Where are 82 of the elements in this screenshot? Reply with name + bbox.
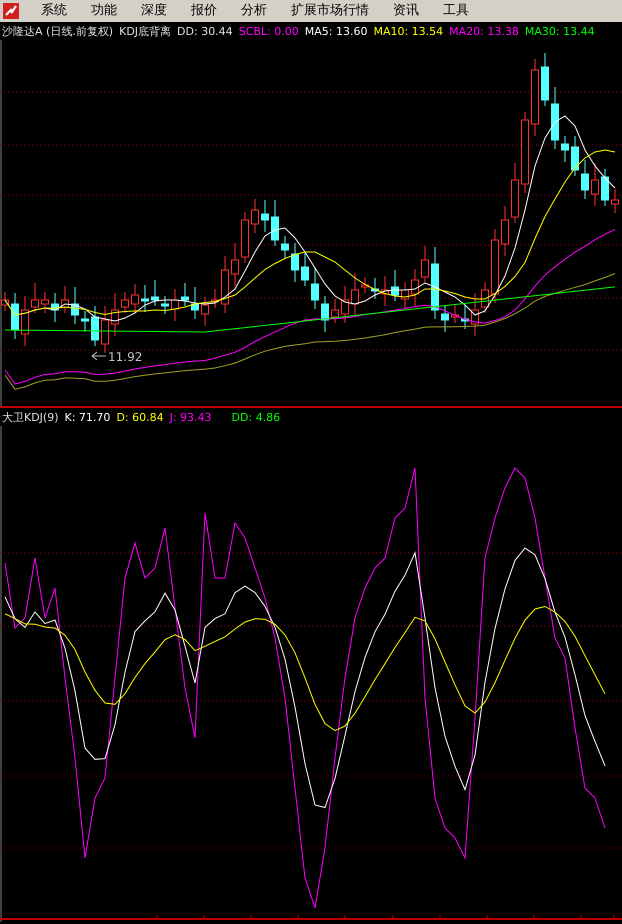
candlestick bbox=[21, 296, 29, 346]
candlestick bbox=[581, 160, 589, 200]
menu-item[interactable]: 系统 bbox=[29, 0, 79, 22]
legend-text: J: 93.43 bbox=[170, 410, 212, 424]
candlestick bbox=[401, 282, 409, 308]
candlestick bbox=[241, 212, 249, 264]
menu-item[interactable]: 深度 bbox=[129, 0, 179, 22]
candlestick bbox=[51, 292, 59, 322]
legend-text: MA20: 13.38 bbox=[449, 24, 519, 38]
candlestick bbox=[151, 280, 159, 306]
candlestick bbox=[171, 288, 179, 322]
menu-item[interactable]: 报价 bbox=[179, 0, 229, 22]
candlestick bbox=[611, 188, 619, 214]
candlestick bbox=[111, 292, 119, 336]
candlestick bbox=[421, 246, 429, 284]
candlestick bbox=[351, 272, 359, 316]
legend-text: DD: 30.44 bbox=[177, 24, 233, 38]
candlestick bbox=[501, 206, 509, 256]
candlestick bbox=[601, 168, 609, 206]
candlestick bbox=[201, 296, 209, 326]
legend-text: D: 60.84 bbox=[116, 410, 164, 424]
candlestick bbox=[361, 276, 369, 294]
candlestick bbox=[391, 270, 399, 302]
candlestick bbox=[541, 52, 549, 106]
candlestick bbox=[221, 256, 229, 314]
candlestick bbox=[511, 162, 519, 224]
candlestick bbox=[591, 162, 599, 206]
candlestick bbox=[81, 310, 89, 332]
candlestick bbox=[1, 292, 9, 312]
candlestick bbox=[381, 276, 389, 306]
candlestick bbox=[91, 306, 99, 346]
candlestick bbox=[191, 286, 199, 320]
legend-text: MA5: 13.60 bbox=[304, 24, 368, 38]
candlestick bbox=[71, 286, 79, 324]
menu-item[interactable]: 功能 bbox=[79, 0, 129, 22]
candlestick bbox=[411, 268, 419, 306]
menu-item[interactable]: 资讯 bbox=[381, 0, 431, 22]
legend-text: SCBL: 0.00 bbox=[238, 24, 299, 38]
candlestick bbox=[231, 242, 239, 286]
candlestick bbox=[461, 304, 469, 330]
app-logo-icon bbox=[3, 3, 19, 19]
candlestick bbox=[271, 200, 279, 246]
candlestick bbox=[11, 292, 19, 340]
candlestick bbox=[41, 292, 49, 314]
menu-item[interactable]: 工具 bbox=[431, 0, 481, 22]
legend-text: MA30: 13.44 bbox=[524, 24, 595, 38]
menu-item[interactable]: 扩展市场行情 bbox=[279, 0, 381, 22]
candlestick bbox=[451, 304, 459, 324]
candlestick bbox=[301, 252, 309, 286]
legend-text: K: 71.70 bbox=[64, 410, 110, 424]
candlestick bbox=[441, 306, 449, 332]
price-label: 11.92 bbox=[108, 350, 142, 364]
candlestick bbox=[131, 284, 139, 314]
candlestick bbox=[101, 306, 109, 354]
candlestick bbox=[61, 286, 69, 314]
candlestick bbox=[161, 296, 169, 314]
candlestick bbox=[561, 136, 569, 162]
legend-text: MA10: 13.54 bbox=[373, 24, 444, 38]
low-price-marker bbox=[92, 352, 106, 360]
legend-text: 大卫KDJ(9) bbox=[2, 410, 59, 424]
candlestick bbox=[281, 236, 289, 260]
candlestick bbox=[251, 198, 259, 234]
candlestick bbox=[261, 200, 269, 232]
candlestick bbox=[341, 286, 349, 324]
candlestick bbox=[291, 242, 299, 282]
candlestick bbox=[181, 282, 189, 306]
candlestick bbox=[121, 292, 129, 314]
legend-text: KDJ底背离 bbox=[119, 24, 172, 38]
candlestick bbox=[321, 296, 329, 332]
candlestick bbox=[211, 288, 219, 308]
candlestick bbox=[571, 136, 579, 176]
candlestick bbox=[311, 266, 319, 310]
candlestick bbox=[331, 298, 339, 324]
candlestick bbox=[481, 282, 489, 314]
candlestick bbox=[371, 278, 379, 300]
candlestick bbox=[31, 282, 39, 314]
candlestick bbox=[551, 86, 559, 150]
candlestick bbox=[471, 292, 479, 336]
candlestick bbox=[141, 284, 149, 312]
legend-text: 沙隆达A (日线.前复权) bbox=[2, 24, 114, 38]
menu-item[interactable]: 分析 bbox=[229, 0, 279, 22]
legend-text: DD: 4.86 bbox=[232, 410, 280, 424]
